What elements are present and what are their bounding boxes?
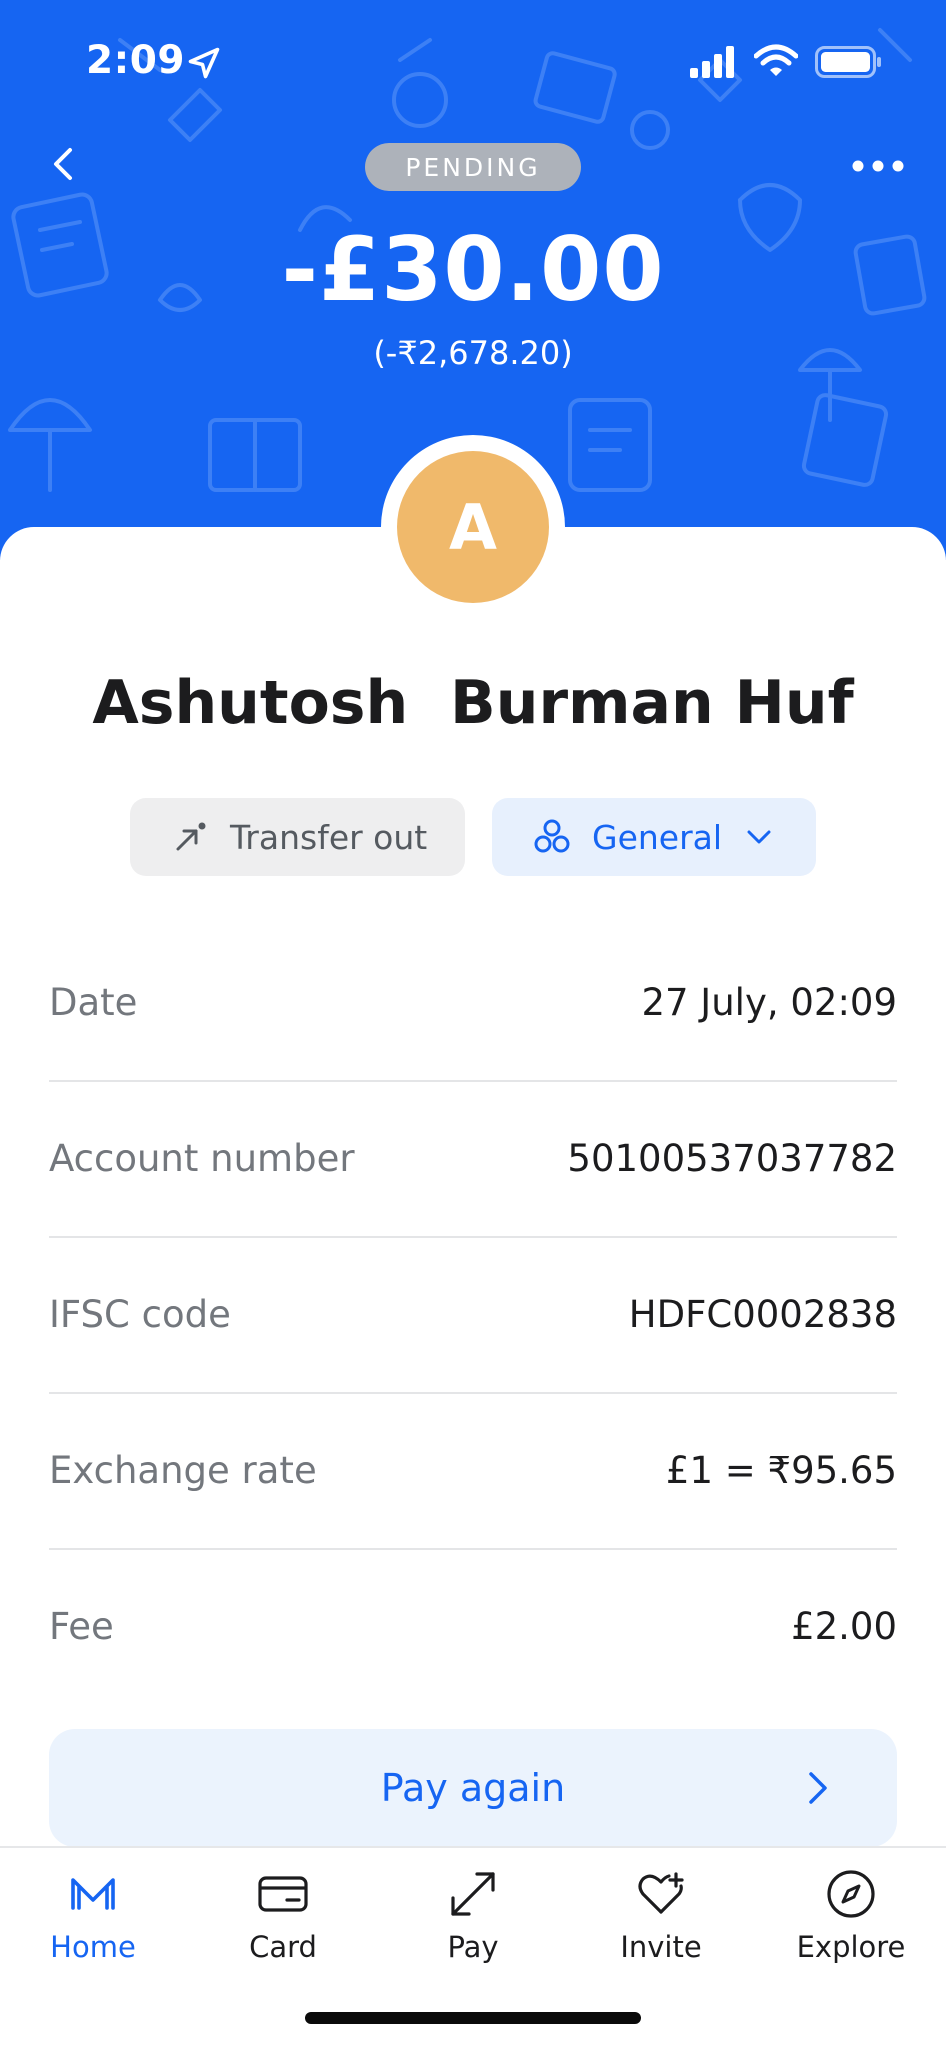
tab-pay[interactable]: Pay [388,1868,558,1978]
card-icon [258,1876,308,1912]
tab-label: Pay [447,1930,499,1964]
status-badge: PENDING [365,143,581,191]
transfer-type-chip[interactable]: Transfer out [130,798,465,876]
status-time: 2:09 [86,38,186,83]
category-circles-icon [534,819,570,853]
back-button[interactable] [42,142,86,186]
detail-label: Date [49,980,138,1024]
tab-label: Home [50,1930,136,1964]
tab-home[interactable]: Home [8,1868,178,1978]
pay-arrows-icon [451,1872,495,1916]
transfer-type-label: Transfer out [230,817,428,857]
detail-label: Fee [49,1604,114,1648]
detail-value: 27 July, 02:09 [641,980,897,1024]
pay-again-button[interactable]: Pay again [49,1729,897,1847]
cellular-signal-icon [690,46,734,78]
detail-value: £2.00 [791,1604,897,1648]
detail-label: Exchange rate [49,1448,317,1492]
heart-plus-icon [638,1872,684,1914]
avatar: A [397,451,549,603]
tab-label: Explore [796,1930,906,1964]
monzo-logo-icon [71,1878,115,1910]
detail-row-account-number: Account number 50100537037782 [49,1080,897,1236]
category-label: General [592,817,723,857]
home-indicator [305,2012,641,2024]
chevron-down-icon [747,830,771,844]
tab-explore[interactable]: Explore [766,1868,936,1978]
detail-value: £1 = ₹95.65 [665,1448,897,1492]
detail-label: IFSC code [49,1292,231,1336]
detail-row-exchange-rate: Exchange rate £1 = ₹95.65 [49,1392,897,1548]
transaction-amount-local: (-₹2,678.20) [373,334,573,372]
more-options-icon[interactable] [850,150,906,182]
detail-label: Account number [49,1136,355,1180]
chevron-right-icon [809,1772,827,1804]
tab-label: Card [249,1930,317,1964]
category-chip[interactable]: General [492,798,816,876]
status-bar: 2:09 [0,0,946,120]
detail-row-ifsc-code: IFSC code HDFC0002838 [49,1236,897,1392]
detail-value: 50100537037782 [567,1136,897,1180]
wifi-icon [754,44,798,76]
transfer-out-icon [176,822,206,851]
pay-again-label: Pay again [380,1766,566,1810]
detail-row-fee: Fee £2.00 [49,1548,897,1704]
battery-icon [815,46,881,78]
tab-card[interactable]: Card [198,1868,368,1978]
transaction-amount: -£30.00 [281,218,665,321]
location-arrow-icon [188,47,220,79]
tab-bar: Home Card Pay Invite Explore [0,1846,946,2050]
tab-label: Invite [620,1930,702,1964]
detail-row-date: Date 27 July, 02:09 [49,924,897,1080]
payee-name: Ashutosh Burman Huf [92,668,854,738]
tab-invite[interactable]: Invite [576,1868,746,1978]
detail-value: HDFC0002838 [628,1292,897,1336]
compass-icon [827,1870,875,1918]
